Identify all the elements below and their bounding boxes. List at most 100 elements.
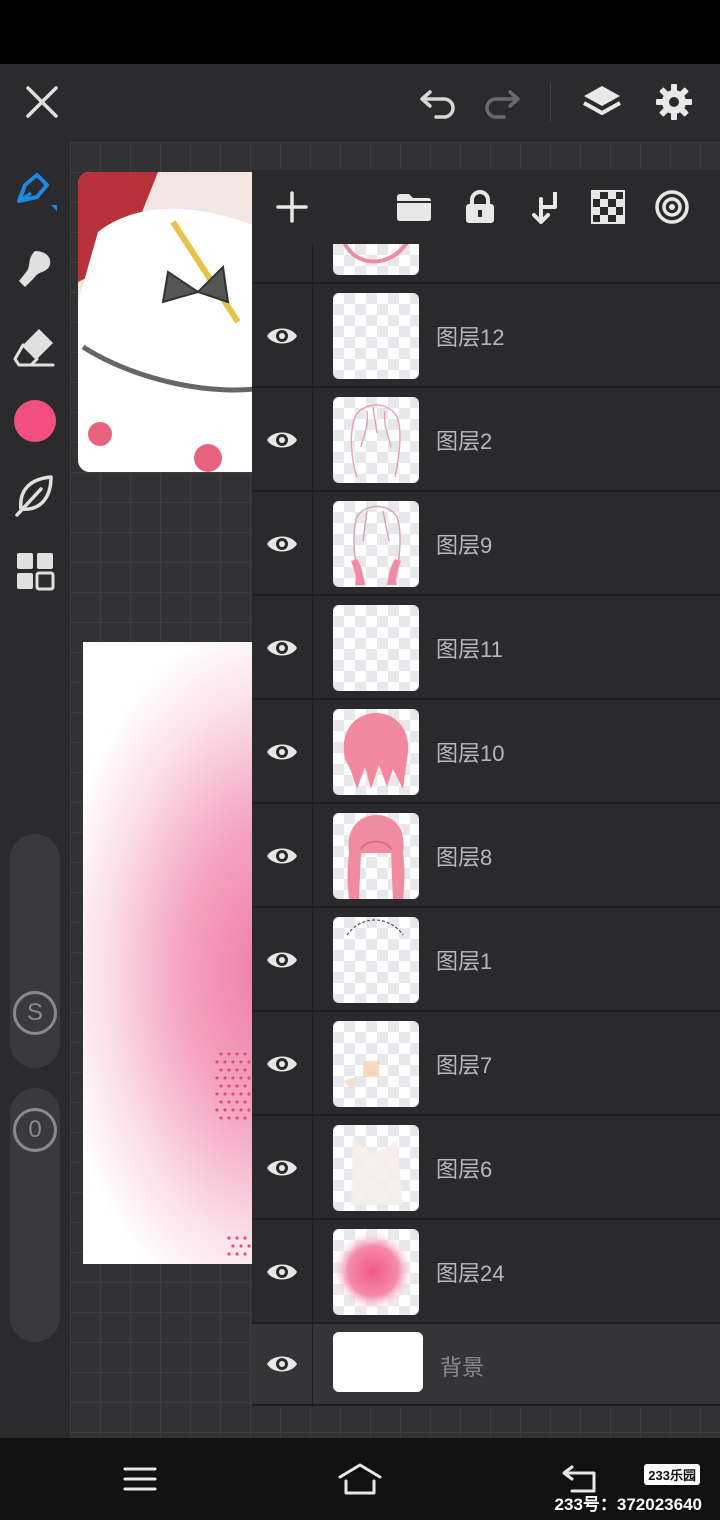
home-button[interactable] xyxy=(332,1456,388,1502)
layer-row[interactable]: 图层1 xyxy=(252,908,720,1012)
undo-button[interactable] xyxy=(410,74,466,130)
layers-icon xyxy=(583,86,621,115)
leaf-icon xyxy=(15,475,53,517)
lock-icon xyxy=(466,190,494,223)
menu-button[interactable] xyxy=(112,1456,168,1502)
smudge-icon xyxy=(19,251,51,287)
layer-row[interactable]: 图层8 xyxy=(252,804,720,908)
lock-layer-button[interactable] xyxy=(455,182,505,232)
top-toolbar xyxy=(0,64,720,142)
layer-name: 背景 xyxy=(440,1355,485,1380)
eye-icon xyxy=(267,1056,297,1072)
visibility-toggle[interactable] xyxy=(262,422,302,458)
eye-icon xyxy=(267,432,297,448)
folder-button[interactable] xyxy=(389,182,439,232)
merge-down-button[interactable] xyxy=(519,182,569,232)
visibility-toggle[interactable] xyxy=(262,1254,302,1290)
eraser-icon xyxy=(13,329,55,367)
eye-icon xyxy=(267,848,297,864)
layer-thumbnail xyxy=(333,1332,423,1392)
layer-row[interactable]: 图层6 xyxy=(252,1116,720,1220)
brush-icon xyxy=(17,173,57,211)
layers-toolbar xyxy=(252,170,720,244)
visibility-toggle[interactable] xyxy=(262,1046,302,1082)
close-button[interactable] xyxy=(14,74,70,130)
redo-button[interactable] xyxy=(474,74,530,130)
redo-icon xyxy=(485,90,520,119)
eye-icon xyxy=(267,640,297,656)
layer-thumbnail xyxy=(333,1125,419,1211)
layer-row[interactable]: 图层12 xyxy=(252,284,720,388)
layer-name: 图层7 xyxy=(436,1053,493,1078)
add-icon xyxy=(276,191,308,223)
halftone-dots xyxy=(215,1052,251,1256)
watermark-logo: 233乐园 xyxy=(644,1464,700,1485)
layer-thumbnail xyxy=(333,1021,419,1107)
eye-icon xyxy=(267,328,297,344)
layer-thumbnail xyxy=(333,1229,419,1315)
layer-row-background[interactable]: 背景 xyxy=(252,1324,720,1406)
folder-icon xyxy=(397,194,431,221)
layer-name: 图层8 xyxy=(436,845,493,870)
visibility-toggle[interactable] xyxy=(262,630,302,666)
merge-down-icon xyxy=(532,192,557,224)
layer-name: 图层9 xyxy=(436,533,493,558)
transparency-button[interactable] xyxy=(583,182,633,232)
visibility-toggle[interactable] xyxy=(262,734,302,770)
watermark-text: 233号：372023640 xyxy=(554,1495,702,1514)
layer-row[interactable]: 图层9 xyxy=(252,492,720,596)
status-bar xyxy=(0,0,720,64)
layer-thumbnail xyxy=(333,397,419,483)
layer-thumbnail xyxy=(333,293,419,379)
grid-icon xyxy=(17,553,55,591)
close-icon xyxy=(26,86,58,118)
layer-name: 图层1 xyxy=(436,949,493,974)
undo-icon xyxy=(420,90,455,119)
layers-panel: 图层12 图层2 图层9 图层11 图层10 图层8 图层1 图层7 图层6 图层24 背景 xyxy=(252,170,720,1406)
layer-name: 图层2 xyxy=(436,429,493,454)
visibility-toggle[interactable] xyxy=(262,318,302,354)
layer-thumbnail xyxy=(333,917,419,1003)
eye-icon xyxy=(267,536,297,552)
layer-row[interactable]: 图层10 xyxy=(252,700,720,804)
checker-icon xyxy=(591,190,625,224)
layer-options-button[interactable] xyxy=(647,182,697,232)
reference-image[interactable] xyxy=(78,172,268,472)
home-icon xyxy=(338,1463,382,1495)
brush-tool-button[interactable] xyxy=(6,162,64,220)
settings-icon xyxy=(656,84,692,120)
visibility-toggle[interactable] xyxy=(262,526,302,562)
visibility-toggle[interactable] xyxy=(262,838,302,874)
opacity-label: 0 xyxy=(13,1108,57,1152)
size-label: S xyxy=(13,991,57,1035)
smudge-tool-button[interactable] xyxy=(6,240,64,298)
layers-button[interactable] xyxy=(574,74,630,130)
grid-tool-button[interactable] xyxy=(6,542,64,600)
layer-name: 图层11 xyxy=(436,637,503,662)
opacity-slider[interactable]: 0 xyxy=(10,1088,60,1342)
eye-icon xyxy=(267,744,297,760)
eraser-tool-button[interactable] xyxy=(6,318,64,376)
visibility-toggle[interactable] xyxy=(262,1346,302,1382)
layer-row[interactable]: 图层11 xyxy=(252,596,720,700)
layer-row[interactable]: 图层7 xyxy=(252,1012,720,1116)
visibility-toggle[interactable] xyxy=(262,1150,302,1186)
add-layer-button[interactable] xyxy=(267,182,317,232)
layer-name: 图层10 xyxy=(436,741,505,766)
drawing-canvas[interactable] xyxy=(83,642,263,1264)
color-button[interactable] xyxy=(6,392,64,450)
layer-thumbnail xyxy=(333,605,419,691)
layer-name: 图层24 xyxy=(436,1261,505,1286)
layer-row[interactable]: 图层24 xyxy=(252,1220,720,1324)
layer-name: 图层12 xyxy=(436,325,505,350)
target-icon xyxy=(655,190,689,224)
size-slider[interactable]: S xyxy=(10,834,60,1068)
reference-art xyxy=(78,172,268,472)
visibility-toggle[interactable] xyxy=(262,942,302,978)
leaf-tool-button[interactable] xyxy=(6,466,64,524)
eye-icon xyxy=(267,1160,297,1176)
layer-row[interactable]: 图层2 xyxy=(252,388,720,492)
layer-name: 图层6 xyxy=(436,1157,493,1182)
settings-button[interactable] xyxy=(646,74,702,130)
layer-thumbnail xyxy=(333,501,419,587)
